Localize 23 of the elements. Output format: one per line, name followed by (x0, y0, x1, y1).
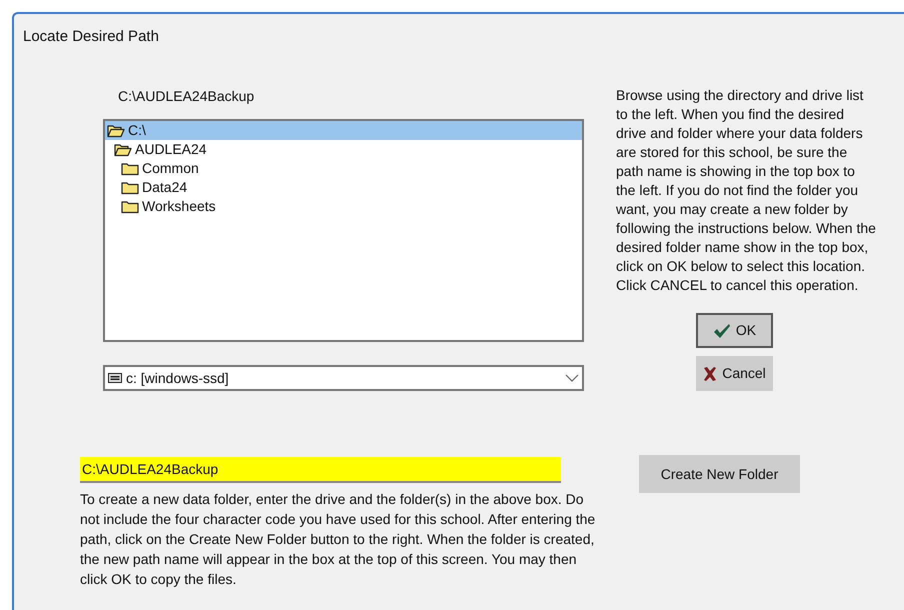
folder-item[interactable]: C:\ (105, 121, 582, 140)
new-folder-instructions: To create a new data folder, enter the drive and the folder(s) in the above box. Do not include the four character code you have used for this school. After entering the path, click on the Create New Folder button to the right. When the folder is created, the new path name will appear in the box at the top of this screen. You may then click OK to copy the files. (80, 490, 596, 589)
window-title: Locate Desired Path (22, 27, 160, 44)
cancel-button[interactable]: Cancel (696, 356, 773, 391)
create-folder-button[interactable]: Create New Folder (639, 455, 800, 493)
folder-item[interactable]: Common (105, 159, 582, 178)
x-icon (703, 366, 718, 381)
folder-icon (121, 162, 139, 176)
drive-icon (108, 373, 122, 383)
open-folder-icon (107, 124, 125, 138)
current-path-label: C:\AUDLEA24Backup (118, 87, 256, 106)
help-text: Browse using the directory and drive list to the left. When you find the desired drive and folder where your data folders are stored for this school, be sure the path name is showing in the top box to the left. If you do not find the folder you want, you may create a new folder by following the instructions below. When the desired folder name show in the top box, click on OK below to select this location. Click CANCEL to cancel this operation. (616, 86, 877, 295)
chevron-down-icon (565, 374, 579, 382)
checkmark-icon (712, 322, 731, 338)
drive-dropdown[interactable]: c: [windows-ssd] (103, 365, 584, 391)
folder-icon (121, 200, 139, 214)
folder-icon (121, 180, 139, 194)
folder-item[interactable]: Data24 (105, 178, 582, 197)
new-folder-path-field[interactable]: C:\AUDLEA24Backup (80, 457, 561, 483)
ok-button[interactable]: OK (696, 313, 773, 348)
folder-item[interactable]: Worksheets (105, 197, 582, 216)
folder-item[interactable]: AUDLEA24 (105, 140, 582, 159)
open-folder-icon (114, 142, 132, 156)
